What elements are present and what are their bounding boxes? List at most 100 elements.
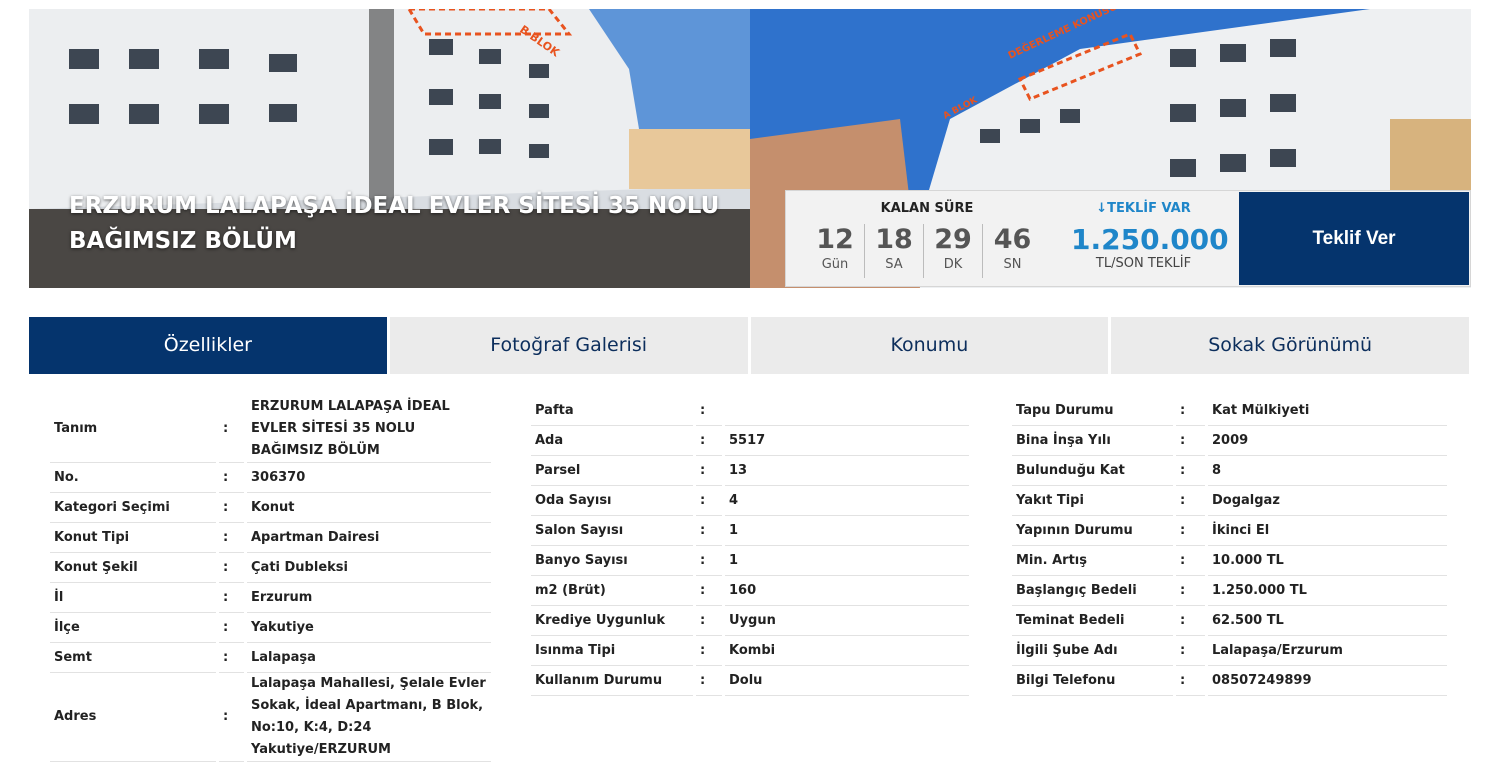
property-table-parcel: Pafta: Ada:5517 Parsel:13 Oda Sayısı:4 Salon… [528, 396, 972, 696]
property-value: 13 [725, 456, 969, 486]
property-separator: : [696, 426, 722, 456]
property-label: Bina İnşa Yılı [1012, 426, 1173, 456]
detail-tabs: Özellikler Fotoğraf Galerisi Konumu Soka… [29, 317, 1469, 374]
property-separator: : [1176, 666, 1205, 696]
property-label: Oda Sayısı [531, 486, 693, 516]
property-row: Başlangıç Bedeli:1.250.000 TL [1012, 576, 1447, 606]
property-label: Krediye Uygunluk [531, 606, 693, 636]
property-separator: : [1176, 516, 1205, 546]
property-value: 160 [725, 576, 969, 606]
property-label: Bilgi Telefonu [1012, 666, 1173, 696]
property-value: Çati Dubleksi [247, 553, 491, 583]
property-row: Semt: Lalapaşa [50, 643, 491, 673]
property-label: Min. Artış [1012, 546, 1173, 576]
property-label: Kategori Seçimi [50, 493, 216, 523]
property-value: 1 [725, 546, 969, 576]
property-row: Kategori Seçimi: Konut [50, 493, 491, 523]
property-label: Bulunduğu Kat [1012, 456, 1173, 486]
property-row: Oda Sayısı:4 [531, 486, 969, 516]
property-table-title-deed: Tapu Durumu: Kat Mülkiyeti Bina İnşa Yılı:… [1009, 396, 1450, 696]
property-label: Pafta [531, 396, 693, 426]
property-separator: : [696, 576, 722, 606]
property-separator: : [696, 666, 722, 696]
property-separator: : [1176, 426, 1205, 456]
timer-minutes: 29 DK [924, 224, 983, 278]
property-row: İlçe: Yakutiye [50, 613, 491, 643]
place-bid-button[interactable]: Teklif Ver [1239, 192, 1469, 285]
property-value: 62.500 TL [1208, 606, 1447, 636]
property-value: Uygun [725, 606, 969, 636]
property-separator: : [696, 456, 722, 486]
property-value: 4 [725, 486, 969, 516]
property-row: İlgili Şube Adı: Lalapaşa/Erzurum [1012, 636, 1447, 666]
property-label: İlgili Şube Adı [1012, 636, 1173, 666]
property-label: Semt [50, 643, 216, 673]
property-value: Dogalgaz [1208, 486, 1447, 516]
timer-days: 12 Gün [806, 224, 865, 278]
tab-location[interactable]: Konumu [750, 317, 1109, 374]
property-value: ERZURUM LALAPAŞA İDEAL EVLER SİTESİ 35 N… [247, 396, 491, 463]
property-row: Yapının Durumu: İkinci El [1012, 516, 1447, 546]
property-row: Banyo Sayısı:1 [531, 546, 969, 576]
auction-panel: KALAN SÜRE 12 Gün 18 SA 29 DK 46 SN ↓TEK… [785, 190, 1471, 287]
property-separator: : [219, 643, 244, 673]
property-value: Lalapaşa/Erzurum [1208, 636, 1447, 666]
property-label: Tapu Durumu [1012, 396, 1173, 426]
property-label: İl [50, 583, 216, 613]
property-value: 306370 [247, 463, 491, 493]
tab-photo-gallery[interactable]: Fotoğraf Galerisi [389, 317, 748, 374]
property-table-general: Tanım: ERZURUM LALAPAŞA İDEAL EVLER SİTES… [47, 396, 494, 762]
property-row: Adres: Lalapaşa Mahallesi, Şelale Evler S… [50, 673, 491, 762]
timer-seconds: 46 SN [993, 224, 1032, 272]
timer-hours: 18 SA [865, 224, 924, 278]
property-separator: : [696, 606, 722, 636]
property-label: Banyo Sayısı [531, 546, 693, 576]
property-separator: : [1176, 546, 1205, 576]
property-value: 1 [725, 516, 969, 546]
property-row: İl: Erzurum [50, 583, 491, 613]
property-value: 5517 [725, 426, 969, 456]
tab-street-view[interactable]: Sokak Görünümü [1111, 317, 1469, 374]
property-row: Parsel:13 [531, 456, 969, 486]
property-separator: : [1176, 576, 1205, 606]
last-offer-label: TL/SON TEKLİF [1095, 256, 1192, 271]
property-value: Dolu [725, 666, 969, 696]
property-value: Erzurum [247, 583, 491, 613]
listing-title: ERZURUM LALAPAŞA İDEAL EVLER SİTESİ 35 N… [69, 193, 720, 254]
property-label: Parsel [531, 456, 693, 486]
property-separator: : [1176, 636, 1205, 666]
property-row: Pafta: [531, 396, 969, 426]
property-row: No.:306370 [50, 463, 491, 493]
property-separator: : [696, 546, 722, 576]
property-separator: : [219, 673, 244, 762]
offer-exists-flag: ↓TEKLİF VAR [1096, 201, 1191, 216]
property-label: Konut Şekil [50, 553, 216, 583]
property-row: Isınma Tipi: Kombi [531, 636, 969, 666]
property-separator: : [219, 463, 244, 493]
property-label: m2 (Brüt) [531, 576, 693, 606]
property-label: Tanım [50, 396, 216, 463]
property-label: Konut Tipi [50, 523, 216, 553]
tab-features[interactable]: Özellikler [29, 317, 387, 374]
property-row: Konut Tipi: Apartman Dairesi [50, 523, 491, 553]
property-value: Konut [247, 493, 491, 523]
property-separator: : [696, 486, 722, 516]
property-photo-left[interactable]: B BLOK ERZURUM LALAPAŞA İDEAL EVLER SİTE… [29, 9, 750, 288]
property-separator: : [696, 516, 722, 546]
property-row: Tapu Durumu: Kat Mülkiyeti [1012, 396, 1447, 426]
countdown-timer: 12 Gün 18 SA 29 DK 46 SN [806, 224, 1042, 278]
property-separator: : [219, 613, 244, 643]
property-label: Adres [50, 673, 216, 762]
property-value: 8 [1208, 456, 1447, 486]
property-value: 10.000 TL [1208, 546, 1447, 576]
property-separator: : [696, 396, 722, 426]
last-offer-amount: 1.250.000 [1071, 223, 1229, 256]
property-row: Bina İnşa Yılı:2009 [1012, 426, 1447, 456]
property-row: Teminat Bedeli:62.500 TL [1012, 606, 1447, 636]
property-separator: : [1176, 486, 1205, 516]
property-separator: : [219, 583, 244, 613]
property-value: Lalapaşa Mahallesi, Şelale Evler Sokak, … [247, 673, 491, 762]
property-row: Konut Şekil: Çati Dubleksi [50, 553, 491, 583]
property-label: Salon Sayısı [531, 516, 693, 546]
property-row: Ada:5517 [531, 426, 969, 456]
